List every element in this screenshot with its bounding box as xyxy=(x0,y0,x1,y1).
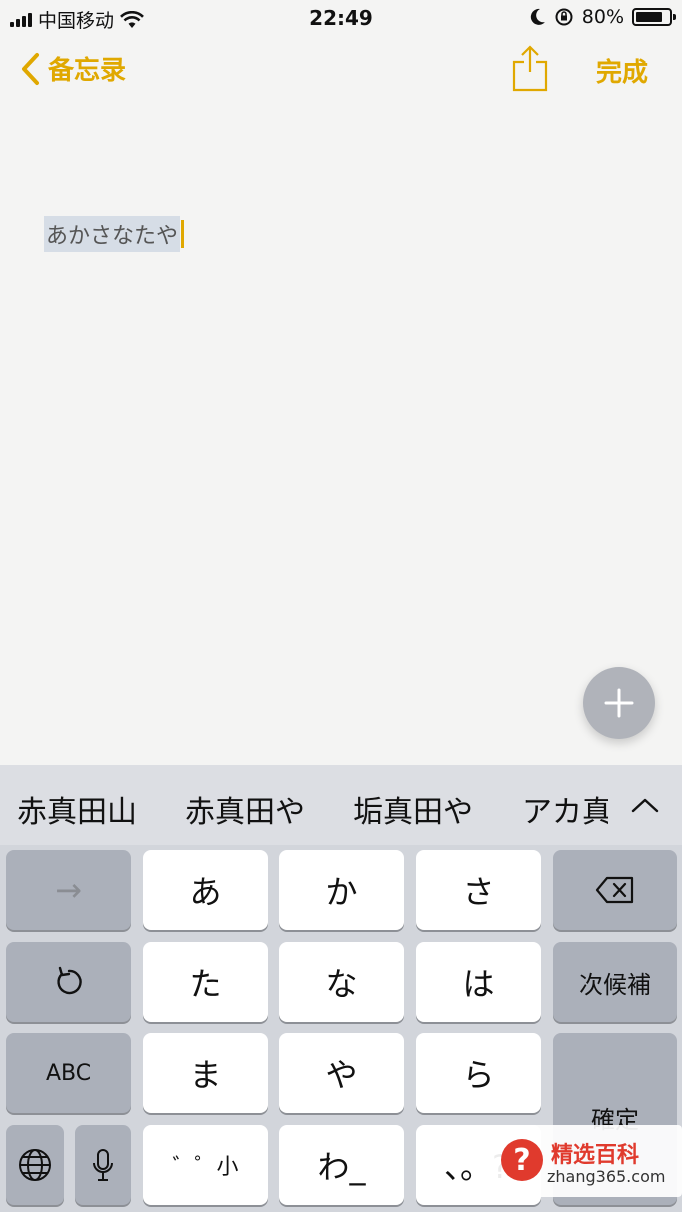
undo-key[interactable] xyxy=(6,942,131,1022)
battery-icon xyxy=(632,8,676,26)
key-ra[interactable]: ら xyxy=(416,1033,541,1113)
candidate-item[interactable]: 赤真田や xyxy=(185,787,305,831)
key-ta[interactable]: た xyxy=(143,942,268,1022)
backspace-key[interactable] xyxy=(553,850,677,930)
dakuten-key[interactable]: ゛゜小 xyxy=(143,1125,268,1205)
status-bar: 中国移动 22:49 80% xyxy=(0,0,682,36)
backspace-icon xyxy=(595,876,634,904)
chevron-up-icon xyxy=(631,798,659,813)
key-ha[interactable]: は xyxy=(416,942,541,1022)
battery-percent: 80% xyxy=(581,6,624,28)
key-na[interactable]: な xyxy=(279,942,404,1022)
key-wa[interactable]: わ_ xyxy=(279,1125,404,1205)
orientation-lock-icon xyxy=(555,8,573,26)
undo-icon xyxy=(56,966,82,995)
candidate-item[interactable]: 垢真田や xyxy=(353,787,473,831)
text-caret xyxy=(181,220,185,248)
mic-key[interactable] xyxy=(75,1125,131,1205)
back-button[interactable]: 备忘录 xyxy=(20,50,126,87)
abc-key[interactable]: ABC xyxy=(6,1033,131,1113)
watermark-title: 精选百科 xyxy=(551,1143,640,1168)
marked-text: あかさなたや xyxy=(44,216,181,252)
done-button[interactable]: 完成 xyxy=(596,52,648,89)
watermark-url: zhang365.com xyxy=(547,1167,666,1186)
globe-icon xyxy=(19,1149,51,1181)
expand-candidates-button[interactable] xyxy=(608,765,682,845)
note-body[interactable]: あかさなたや xyxy=(44,216,185,252)
candidate-item[interactable]: アカ真 xyxy=(522,787,612,831)
globe-key[interactable] xyxy=(6,1125,64,1205)
status-right: 80% xyxy=(530,6,676,28)
key-ma[interactable]: ま xyxy=(143,1033,268,1113)
candidate-bar: 赤真田山 赤真田や 垢真田や アカ真 xyxy=(0,765,682,845)
next-candidate-key[interactable]: 次候補 xyxy=(553,942,677,1022)
moon-icon xyxy=(530,8,545,25)
watermark: ? 精选百科 zhang365.com xyxy=(493,1125,682,1197)
add-button[interactable] xyxy=(583,667,655,739)
plus-icon xyxy=(604,688,634,718)
question-mark-icon: ? xyxy=(501,1139,543,1181)
key-a[interactable]: あ xyxy=(143,850,268,930)
key-ka[interactable]: か xyxy=(279,850,404,930)
arrow-key[interactable]: → xyxy=(6,850,131,930)
share-icon[interactable] xyxy=(510,44,550,92)
back-label: 备忘录 xyxy=(48,56,127,86)
candidate-item[interactable]: 赤真田山 xyxy=(17,787,137,831)
key-ya[interactable]: や xyxy=(279,1033,404,1113)
key-sa[interactable]: さ xyxy=(416,850,541,930)
chevron-left-icon xyxy=(22,52,39,85)
navigation-bar: 备忘录 完成 xyxy=(0,38,682,102)
microphone-icon xyxy=(93,1149,113,1181)
